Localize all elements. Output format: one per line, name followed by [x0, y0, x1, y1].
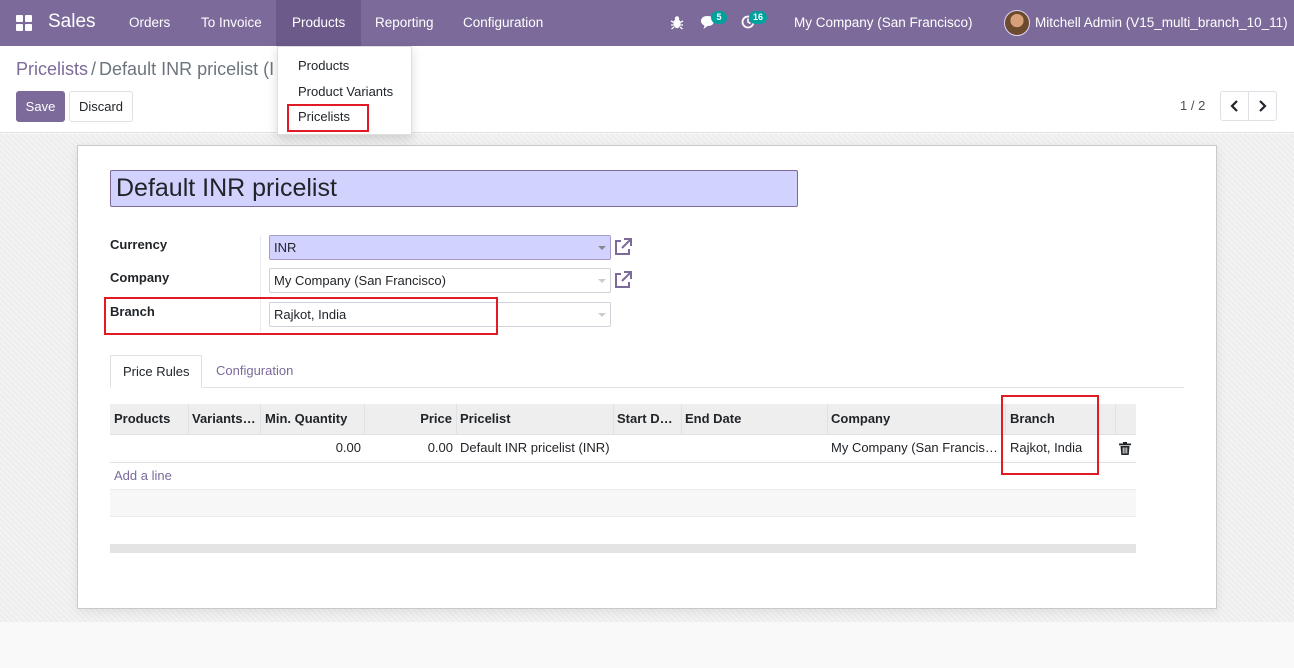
breadcrumb: Pricelists / Default INR pricelist (I [16, 59, 274, 80]
external-link-icon[interactable] [613, 237, 633, 257]
branch-select[interactable]: Rajkot, India [269, 302, 611, 327]
breadcrumb-separator: / [91, 59, 97, 79]
app-brand[interactable]: Sales [48, 11, 96, 33]
menu-orders[interactable]: Orders [113, 0, 186, 46]
top-navbar: Sales Orders To Invoice Products Reporti… [0, 0, 1294, 46]
company-switcher[interactable]: My Company (San Francisco) [794, 0, 973, 46]
currency-label: Currency [110, 237, 168, 252]
pager-value[interactable]: 1 / 2 [1180, 98, 1205, 113]
horizontal-scrollbar[interactable] [110, 544, 1136, 553]
dropdown-item-products[interactable]: Products [298, 58, 349, 73]
menu-to-invoice[interactable]: To Invoice [185, 0, 278, 46]
column-actions [1116, 404, 1136, 435]
cell-branch[interactable]: Rajkot, India [1006, 435, 1111, 462]
price-rules-table-header: Products Variants… Min. Quantity Price P… [110, 404, 1136, 435]
delete-trash-icon[interactable] [1119, 442, 1131, 455]
activities-badge: 16 [749, 11, 768, 24]
column-price[interactable]: Price [365, 404, 457, 435]
breadcrumb-current: Default INR pricelist (I [99, 59, 275, 79]
apps-grid-icon[interactable] [16, 15, 32, 31]
discard-button[interactable]: Discard [69, 91, 133, 122]
column-variants[interactable]: Variants… [188, 404, 261, 435]
pager-previous-button[interactable] [1220, 91, 1249, 121]
column-products[interactable]: Products [110, 404, 189, 435]
form-sheet: Default INR pricelist Currency INR Compa… [77, 145, 1217, 609]
row-divider [110, 462, 1136, 463]
dropdown-item-product-variants[interactable]: Product Variants [298, 84, 393, 99]
currency-select[interactable]: INR [269, 235, 611, 260]
currency-value: INR [274, 240, 297, 255]
breadcrumb-pricelists-link[interactable]: Pricelists [16, 59, 88, 79]
company-select[interactable]: My Company (San Francisco) [269, 268, 611, 293]
pricelist-name-input[interactable]: Default INR pricelist [110, 170, 798, 207]
chevron-left-icon [1230, 100, 1238, 112]
add-a-line-link[interactable]: Add a line [114, 468, 172, 483]
tab-price-rules[interactable]: Price Rules [110, 355, 203, 388]
cell-min-quantity[interactable]: 0.00 [261, 435, 365, 462]
user-menu[interactable]: Mitchell Admin (V15_multi_branch_10_11) [1035, 0, 1288, 46]
debug-bug-icon[interactable] [670, 15, 684, 30]
external-link-icon[interactable] [613, 270, 633, 290]
cell-company[interactable]: My Company (San Francis… [827, 435, 1002, 462]
products-dropdown-menu: Products Product Variants Pricelists [277, 46, 412, 135]
column-end-date[interactable]: End Date [681, 404, 828, 435]
branch-label: Branch [110, 304, 155, 319]
company-label: Company [110, 270, 170, 285]
save-button[interactable]: Save [16, 91, 65, 122]
empty-table-row [110, 489, 1136, 517]
pager-next-button[interactable] [1248, 91, 1277, 121]
menu-reporting[interactable]: Reporting [359, 0, 450, 46]
caret-down-icon [598, 246, 606, 250]
dropdown-item-pricelists[interactable]: Pricelists [298, 109, 350, 124]
column-min-quantity[interactable]: Min. Quantity [261, 404, 365, 435]
caret-down-icon [598, 279, 606, 283]
column-pricelist[interactable]: Pricelist [456, 404, 614, 435]
field-divider [260, 236, 261, 332]
branch-value: Rajkot, India [274, 307, 347, 322]
column-start-date[interactable]: Start D… [613, 404, 682, 435]
cell-pricelist[interactable]: Default INR pricelist (INR) [456, 435, 614, 462]
menu-configuration[interactable]: Configuration [447, 0, 559, 46]
menu-products[interactable]: Products [276, 0, 362, 46]
messages-badge: 5 [711, 11, 727, 24]
chevron-right-icon [1259, 100, 1267, 112]
tab-configuration[interactable]: Configuration [204, 355, 305, 388]
column-branch[interactable]: Branch [1006, 404, 1116, 435]
user-avatar[interactable] [1004, 10, 1030, 36]
company-value: My Company (San Francisco) [274, 273, 446, 288]
control-panel: Pricelists / Default INR pricelist (I Save… [0, 46, 1294, 133]
column-company[interactable]: Company [827, 404, 1006, 435]
cell-price[interactable]: 0.00 [365, 435, 457, 462]
caret-down-icon [598, 313, 606, 317]
